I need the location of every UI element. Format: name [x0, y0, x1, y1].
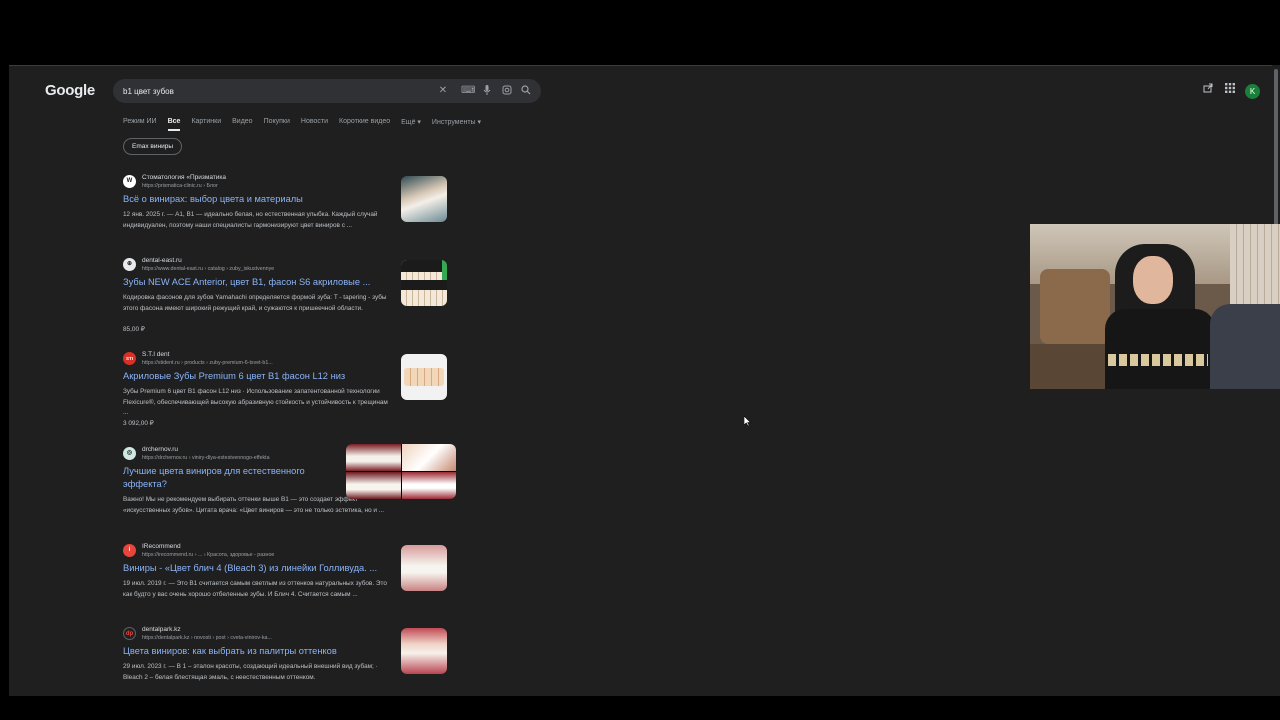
result-snippet: Кодировка фасонов для зубов Yamahachi оп… — [123, 294, 387, 312]
search-icon[interactable] — [520, 85, 532, 97]
site-favicon: dp — [123, 627, 136, 640]
site-name[interactable]: Стоматология «Призматика — [142, 174, 226, 181]
site-name[interactable]: dental-east.ru — [142, 257, 182, 264]
share-icon[interactable] — [1201, 83, 1215, 97]
site-favicon: ⊕ — [123, 258, 136, 271]
result-title[interactable]: Всё о винирах: выбор цвета и материалы — [123, 194, 303, 204]
site-url[interactable]: https://drchernov.ru › viniry-dlya-estes… — [142, 455, 270, 461]
site-name[interactable]: drchernov.ru — [142, 446, 178, 453]
result-thumbnail[interactable] — [401, 545, 447, 591]
search-input[interactable] — [123, 83, 423, 99]
site-name[interactable]: IRecommend — [142, 543, 181, 550]
search-box[interactable]: ✕ ⌨ — [113, 79, 541, 103]
microphone-icon[interactable] — [481, 85, 493, 97]
mouse-cursor-icon — [744, 416, 752, 426]
google-logo[interactable]: Google — [45, 82, 95, 99]
site-url[interactable]: https://irecommend.ru › ... › Красота, з… — [142, 552, 274, 558]
result-title[interactable]: Акриловые Зубы Premium 6 цвет B1 фасон L… — [123, 371, 345, 381]
result-thumbnail[interactable] — [401, 176, 447, 222]
site-name[interactable]: dentalpark.kz — [142, 626, 181, 633]
result-title[interactable]: Виниры - «Цвет блич 4 (Bleach 3) из лине… — [123, 563, 377, 573]
result-snippet: 12 янв. 2025 г. — A1, B1 — идеально бела… — [123, 211, 378, 229]
keyboard-icon[interactable]: ⌨ — [461, 85, 475, 97]
scrollbar-thumb[interactable] — [1274, 69, 1278, 229]
site-favicon: STI — [123, 352, 136, 365]
clear-icon[interactable]: ✕ — [437, 85, 449, 97]
tab-more[interactable]: Ещё ▾ — [401, 118, 421, 131]
suggestion-chip[interactable]: Emax виниры — [123, 138, 183, 155]
result-snippet: Зубы Premium 6 цвет B1 фасон L12 низ · И… — [123, 388, 388, 416]
tab-news[interactable]: Новости — [301, 118, 328, 131]
webcam-overlay — [1030, 224, 1280, 389]
result-title-line2[interactable]: эффекта? — [123, 479, 167, 489]
result-title[interactable]: Лучшие цвета виниров для естественного — [123, 466, 305, 476]
lens-icon[interactable] — [501, 85, 513, 97]
tab-tools[interactable]: Инструменты ▾ — [432, 118, 481, 131]
result-snippet: 29 июл. 2023 г. — B 1 – эталон красоты, … — [123, 663, 378, 681]
result-thumbnail[interactable] — [401, 354, 447, 400]
result-thumbnail-collage[interactable] — [346, 444, 456, 499]
tab-all[interactable]: Все — [167, 118, 181, 131]
tab-short-videos[interactable]: Короткие видео — [339, 118, 390, 131]
avatar[interactable]: K — [1245, 84, 1260, 99]
result-title[interactable]: Цвета виниров: как выбрать из палитры от… — [123, 646, 337, 656]
tab-images[interactable]: Картинки — [191, 118, 221, 131]
apps-grid-icon[interactable] — [1223, 83, 1237, 97]
site-url[interactable]: https://stident.ru › products › zuby-pre… — [142, 360, 273, 366]
result-price: 85,00 ₽ — [123, 326, 145, 333]
search-tabs: Режим ИИ Все Картинки Видео Покупки Ново… — [123, 118, 481, 131]
result-snippet: 19 июл. 2019 г. — Это B1 считается самым… — [123, 580, 387, 598]
site-name[interactable]: S.T.I dent — [142, 351, 169, 358]
site-favicon: ◎ — [123, 447, 136, 460]
result-price: 3 092,00 ₽ — [123, 420, 154, 427]
result-thumbnail[interactable] — [401, 260, 447, 306]
site-url[interactable]: https://www.dental-east.ru › catalog › z… — [142, 266, 274, 272]
tab-ai-mode[interactable]: Режим ИИ — [123, 118, 157, 131]
site-favicon: i — [123, 544, 136, 557]
tab-video[interactable]: Видео — [232, 118, 252, 131]
result-title[interactable]: Зубы NEW ACE Anterior, цвет B1, фасон S6… — [123, 277, 370, 287]
result-thumbnail[interactable] — [401, 628, 447, 674]
tab-shopping[interactable]: Покупки — [264, 118, 290, 131]
site-url[interactable]: https://dentalpark.kz › novosti › post ›… — [142, 635, 272, 641]
site-favicon: W — [123, 175, 136, 188]
site-url[interactable]: https://prismatica-clinic.ru › Блог — [142, 183, 218, 189]
